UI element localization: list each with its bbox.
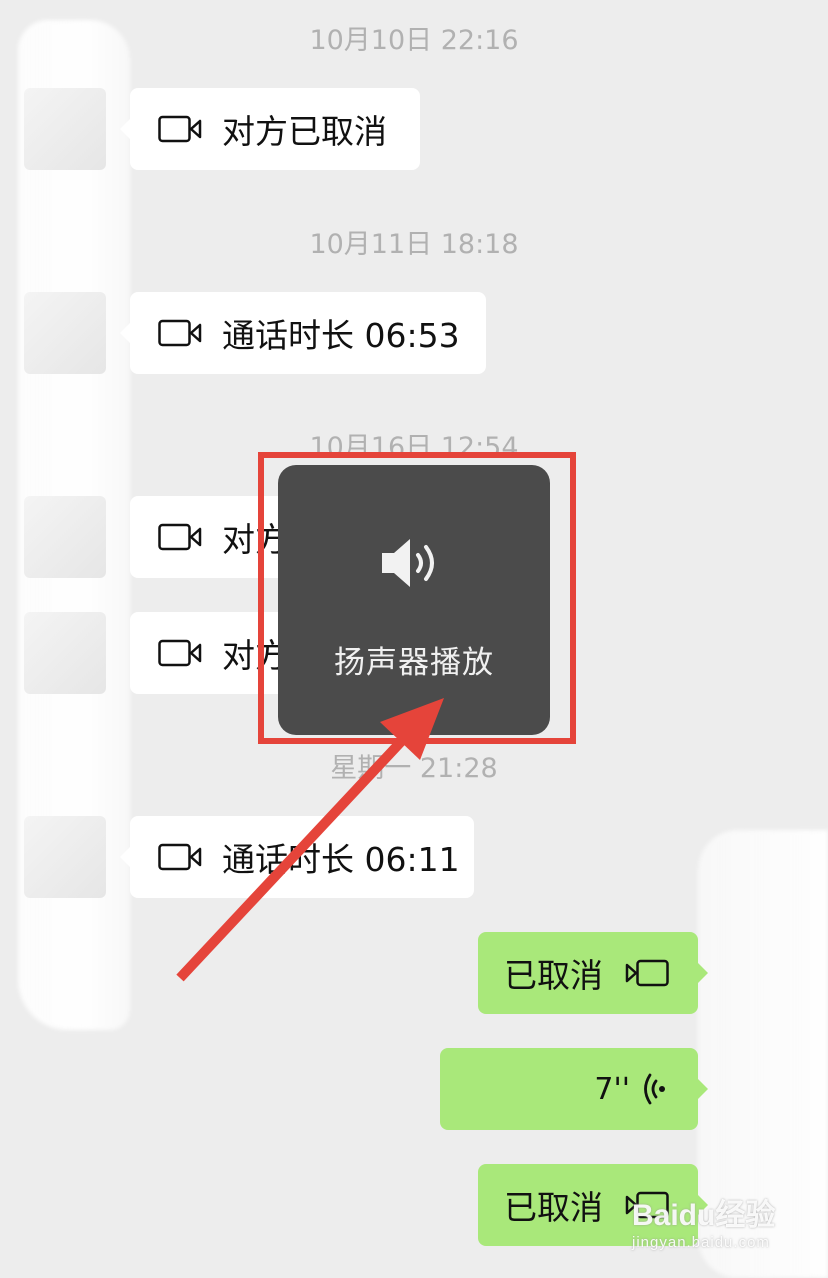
voice-message[interactable]: 7'' <box>440 1048 708 1130</box>
annotation-highlight-box <box>258 452 576 744</box>
video-camera-icon <box>158 843 202 871</box>
avatar[interactable] <box>24 292 106 374</box>
message-timestamp: 10月10日 22:16 <box>309 25 519 56</box>
video-camera-icon <box>625 959 669 987</box>
avatar[interactable] <box>24 612 106 694</box>
video-call-message[interactable]: 通话时长 06:53 <box>120 292 486 374</box>
message-text: 通话时长 06:53 <box>222 316 460 355</box>
video-camera-icon <box>158 319 202 347</box>
watermark-logo-text: Baidu经验 <box>632 1199 776 1232</box>
message-text: 通话时长 06:11 <box>222 840 460 879</box>
avatar[interactable] <box>24 88 106 170</box>
message-text: 已取消 <box>504 1188 603 1227</box>
baidu-watermark: Baidu经验 jingyan.baidu.com <box>632 1190 822 1270</box>
watermark-url: jingyan.baidu.com <box>632 1234 770 1251</box>
message-text: 已取消 <box>504 956 603 995</box>
message-timestamp: 星期一 21:28 <box>330 753 498 784</box>
video-camera-icon <box>158 115 202 143</box>
video-camera-icon <box>158 639 202 667</box>
voice-duration: 7'' <box>594 1071 630 1107</box>
voice-wave-icon <box>644 1073 665 1105</box>
video-call-message[interactable]: 对方已取消 <box>120 88 420 170</box>
avatar[interactable] <box>24 816 106 898</box>
message-text: 对方已取消 <box>222 112 387 151</box>
avatar[interactable] <box>24 496 106 578</box>
video-call-message[interactable]: 通话时长 06:11 <box>120 816 474 898</box>
message-timestamp: 10月11日 18:18 <box>309 229 519 260</box>
video-call-message[interactable]: 已取消 <box>478 932 708 1014</box>
video-camera-icon <box>158 523 202 551</box>
